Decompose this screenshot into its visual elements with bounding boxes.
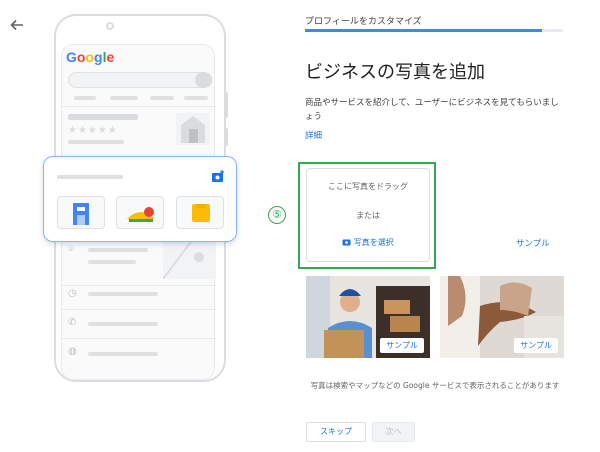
add-photo-icon xyxy=(342,239,351,246)
sample-link[interactable]: サンプル xyxy=(516,237,550,249)
divider xyxy=(62,338,216,339)
next-button[interactable]: 次へ xyxy=(372,422,415,442)
progress-fill xyxy=(305,29,543,32)
back-arrow-icon[interactable] xyxy=(8,16,26,34)
phone-side-button xyxy=(224,92,228,118)
phone-icon: ✆ xyxy=(68,317,77,328)
store-icon xyxy=(176,113,210,145)
select-photo-label: 写真を選択 xyxy=(353,238,394,247)
location-icon: ⌾ xyxy=(68,244,74,255)
text-placeholder xyxy=(88,260,136,264)
photo-thumb-product xyxy=(176,196,224,229)
step-title: プロフィールをカスタマイズ xyxy=(305,17,422,27)
google-logo: Google xyxy=(66,49,115,65)
divider xyxy=(62,285,216,286)
page-title: ビジネスの写真を追加 xyxy=(305,62,485,83)
nav-placeholder xyxy=(150,96,174,100)
sample-chip: サンプル xyxy=(380,338,424,353)
phone-side-button xyxy=(224,128,228,146)
clock-icon: ◷ xyxy=(68,288,77,299)
nav-placeholder xyxy=(184,96,208,100)
footnote: 写真は検索やマップなどの Google サービスで表示されることがあります xyxy=(310,381,560,390)
nav-placeholder xyxy=(110,96,138,100)
rating-stars: ★★★★★ xyxy=(68,125,118,136)
skip-button[interactable]: スキップ xyxy=(306,422,366,442)
or-text: または xyxy=(356,211,380,220)
photo-thumb-food xyxy=(116,196,164,229)
progress-bar xyxy=(305,29,563,32)
search-icon xyxy=(195,72,212,88)
text-placeholder xyxy=(88,352,158,356)
learn-more-link[interactable]: 詳細 xyxy=(305,129,322,141)
text-placeholder xyxy=(88,292,158,296)
photo-thumb-store xyxy=(57,196,105,229)
text-placeholder xyxy=(68,140,124,144)
add-photo-icon xyxy=(212,170,224,182)
sample-chip: サンプル xyxy=(514,338,558,353)
search-bar xyxy=(68,72,212,88)
step-annotation-badge: ⑤ xyxy=(268,206,286,224)
photo-dropzone[interactable]: ここに写真をドラッグ または 写真を選択 xyxy=(306,168,430,262)
sample-photo-delivery: サンプル xyxy=(306,276,430,358)
text-placeholder xyxy=(68,114,138,120)
divider xyxy=(62,106,216,107)
drag-text: ここに写真をドラッグ xyxy=(328,182,408,191)
text-placeholder xyxy=(88,248,148,252)
select-photo-button[interactable]: 写真を選択 xyxy=(307,237,429,248)
map-thumbnail xyxy=(162,238,216,280)
nav-placeholder xyxy=(74,96,96,100)
text-placeholder xyxy=(88,322,158,326)
description: 商品やサービスを紹介して、ユーザーにビジネスを見てもらいましょう xyxy=(305,98,559,122)
globe-icon: ◍ xyxy=(68,346,77,357)
phone-camera xyxy=(106,22,114,30)
text-placeholder xyxy=(57,175,123,179)
divider xyxy=(62,309,216,310)
sample-photo-salon: サンプル xyxy=(440,276,564,358)
